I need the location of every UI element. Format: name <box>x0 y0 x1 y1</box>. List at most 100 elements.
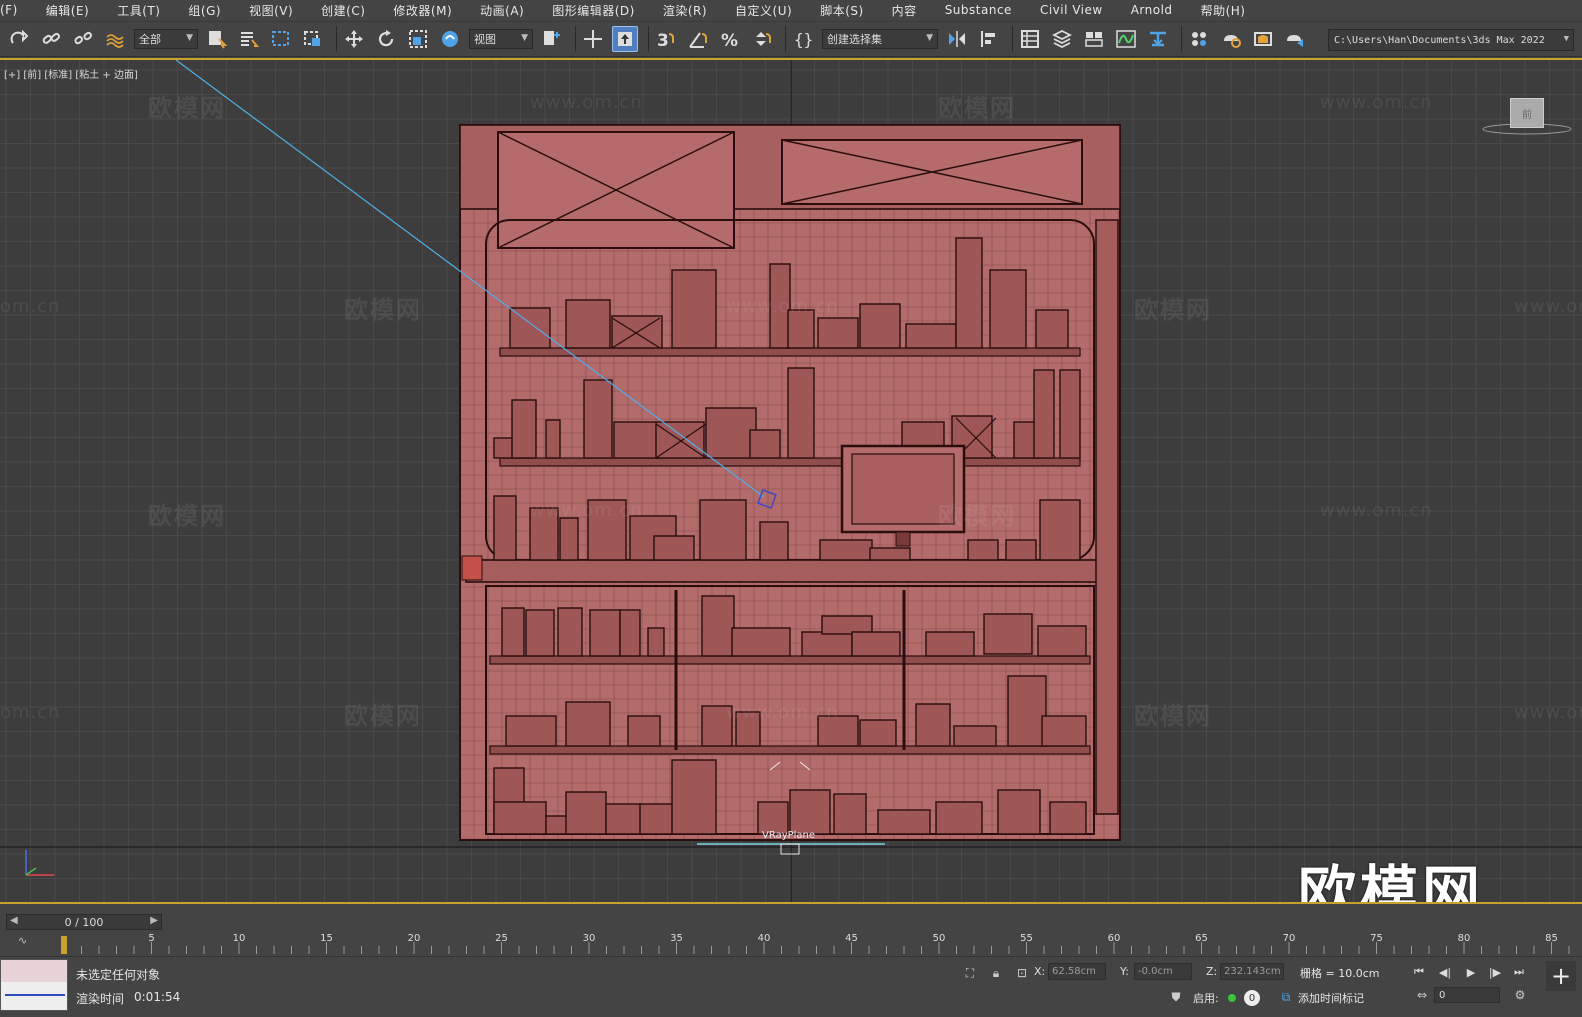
key-indicator[interactable]: 0 <box>1244 990 1260 1006</box>
schematic-view-icon[interactable] <box>1145 26 1171 52</box>
lower-shelf-0 <box>489 655 1091 665</box>
add-button[interactable]: + <box>1546 961 1576 991</box>
render-production-icon[interactable] <box>1282 26 1308 52</box>
rotate-icon[interactable] <box>373 26 399 52</box>
menu-group[interactable]: 组(G) <box>174 2 235 19</box>
maxscript-mini-listener[interactable] <box>0 959 68 1011</box>
product-33 <box>759 521 789 561</box>
rect-selection-region-icon[interactable] <box>268 26 294 52</box>
time-tag-icon[interactable]: ⧉ <box>1278 989 1294 1005</box>
menu-help[interactable]: 帮助(H) <box>1187 2 1260 19</box>
add-time-tag[interactable]: 添加时间标记 <box>1298 990 1364 1006</box>
redo-icon[interactable] <box>6 26 32 52</box>
current-frame-field[interactable]: 0 <box>1434 987 1500 1003</box>
menu-arnold[interactable]: Arnold <box>1117 3 1187 17</box>
selection-filter-dropdown[interactable]: 全部 ▼ <box>134 29 198 49</box>
time-config-arrows-icon[interactable]: ⇔ <box>1414 987 1430 1003</box>
y-coordinate-field[interactable]: -0.0cm <box>1134 963 1192 980</box>
go-to-start-icon[interactable]: ⏮ <box>1410 965 1428 979</box>
rendered-frame-window-icon[interactable] <box>1250 26 1276 52</box>
menu-graph-editors[interactable]: 图形编辑器(D) <box>538 2 649 19</box>
time-cursor[interactable] <box>61 936 67 954</box>
menu-modifiers[interactable]: 修改器(M) <box>379 2 466 19</box>
menu-animation[interactable]: 动画(A) <box>466 2 538 19</box>
viewcube[interactable]: 前 <box>1510 98 1544 128</box>
upper-shelf-0 <box>499 347 1081 357</box>
menu-file[interactable]: (F) <box>0 3 32 17</box>
mini-curve-editor-icon[interactable]: ∿ <box>18 934 27 947</box>
bind-space-warp-icon[interactable] <box>102 26 128 52</box>
scale-icon[interactable] <box>405 26 431 52</box>
isolate-selection-icon[interactable]: ⛶ <box>962 965 978 981</box>
toggle-ribbon-icon[interactable] <box>1081 26 1107 52</box>
timeline-tick-label: 85 <box>1545 933 1558 944</box>
absolute-mode-icon[interactable]: ⊡ <box>1014 965 1030 981</box>
pivot-center-icon[interactable] <box>539 26 565 52</box>
viewport-label[interactable]: [+] [前] [标准] [粘土 + 边面] <box>4 66 138 81</box>
menu-tools[interactable]: 工具(T) <box>103 2 174 19</box>
keyboard-shortcut-override-icon[interactable] <box>612 26 638 52</box>
spinner-snap-icon[interactable] <box>749 26 775 52</box>
named-selection-set-dropdown[interactable]: 创建选择集 ▼ <box>822 29 938 49</box>
timeline-tick-label: 70 <box>1283 933 1296 944</box>
watermark-url: www.om.cn <box>726 296 839 317</box>
link-icon[interactable] <box>38 26 64 52</box>
lock-icon[interactable]: 🔒︎ <box>988 965 1004 981</box>
edit-named-selection-icon[interactable]: {} <box>790 26 816 52</box>
go-to-end-icon[interactable]: ⏭ <box>1510 965 1528 979</box>
product-39 <box>501 607 525 657</box>
timeline-tick-label: 65 <box>1195 933 1208 944</box>
chevron-left-icon[interactable]: ◀ <box>10 915 18 926</box>
reference-coordinate-dropdown[interactable]: 视图 ▼ <box>469 29 533 49</box>
product-8 <box>905 323 957 349</box>
vrayplane-label[interactable]: VRayPlane <box>762 830 815 841</box>
time-configuration-icon[interactable]: ⚙︎ <box>1512 987 1528 1003</box>
percent-snap-icon[interactable]: % <box>717 26 743 52</box>
menu-civil-view[interactable]: Civil View <box>1026 3 1117 17</box>
window-crossing-icon[interactable] <box>300 26 326 52</box>
shelf-left-highlight <box>461 555 483 581</box>
select-manipulate-icon[interactable] <box>580 26 606 52</box>
select-object-icon[interactable] <box>204 26 230 52</box>
toolbar-separator <box>1012 26 1013 52</box>
product-61 <box>953 725 997 747</box>
curve-editor-icon[interactable] <box>1113 26 1139 52</box>
place-icon[interactable] <box>437 26 463 52</box>
menu-edit[interactable]: 编辑(E) <box>32 2 103 19</box>
mirror-icon[interactable] <box>944 26 970 52</box>
render-setup-icon[interactable] <box>1218 26 1244 52</box>
menu-scripting[interactable]: 脚本(S) <box>806 2 877 19</box>
menu-create[interactable]: 创建(C) <box>307 2 379 19</box>
align-icon[interactable] <box>976 26 1002 52</box>
chevron-right-icon[interactable]: ▶ <box>150 915 158 926</box>
scene-explorer-icon[interactable] <box>1017 26 1043 52</box>
menu-customize[interactable]: 自定义(U) <box>721 2 806 19</box>
listener-input[interactable] <box>1 960 67 982</box>
unlink-icon[interactable] <box>70 26 96 52</box>
product-73 <box>833 793 867 835</box>
x-coordinate-field[interactable]: 62.58cm <box>1048 963 1106 980</box>
select-by-name-icon[interactable] <box>236 26 262 52</box>
time-slider[interactable]: ◀ 0 / 100 ▶ <box>6 914 162 930</box>
product-69 <box>639 803 675 835</box>
play-icon[interactable]: ▶ <box>1462 965 1480 979</box>
snaps-toggle-icon[interactable]: 3 <box>653 26 679 52</box>
move-icon[interactable] <box>341 26 367 52</box>
menu-views[interactable]: 视图(V) <box>235 2 307 19</box>
next-frame-icon[interactable]: |▶︎ <box>1486 965 1504 979</box>
adaptive-degradation-icon[interactable]: ⛊ <box>1168 989 1184 1005</box>
menu-content[interactable]: 内容 <box>878 2 931 19</box>
z-coordinate-field[interactable]: 232.143cm <box>1220 963 1284 980</box>
menu-rendering[interactable]: 渲染(R) <box>649 2 721 19</box>
layer-explorer-icon[interactable] <box>1049 26 1075 52</box>
menu-substance[interactable]: Substance <box>931 3 1026 17</box>
material-editor-icon[interactable] <box>1186 26 1212 52</box>
project-folder-dropdown[interactable]: C:\Users\Han\Documents\3ds Max 2022 ▼ <box>1328 29 1574 51</box>
previous-frame-icon[interactable]: ◀︎| <box>1436 965 1454 979</box>
timeline-ruler[interactable]: 5 10 15 20 25 30 35 40 45 50 55 60 65 70 75 80 85 <box>60 932 1582 954</box>
front-viewport[interactable]: [+] [前] [标准] [粘土 + 边面] 欧模网 www.om.cn 欧模网… <box>0 58 1582 904</box>
counter-top <box>465 559 1115 583</box>
product-16 <box>613 421 659 459</box>
angle-snap-icon[interactable] <box>685 26 711 52</box>
chevron-down-icon: ▼ <box>186 33 193 43</box>
